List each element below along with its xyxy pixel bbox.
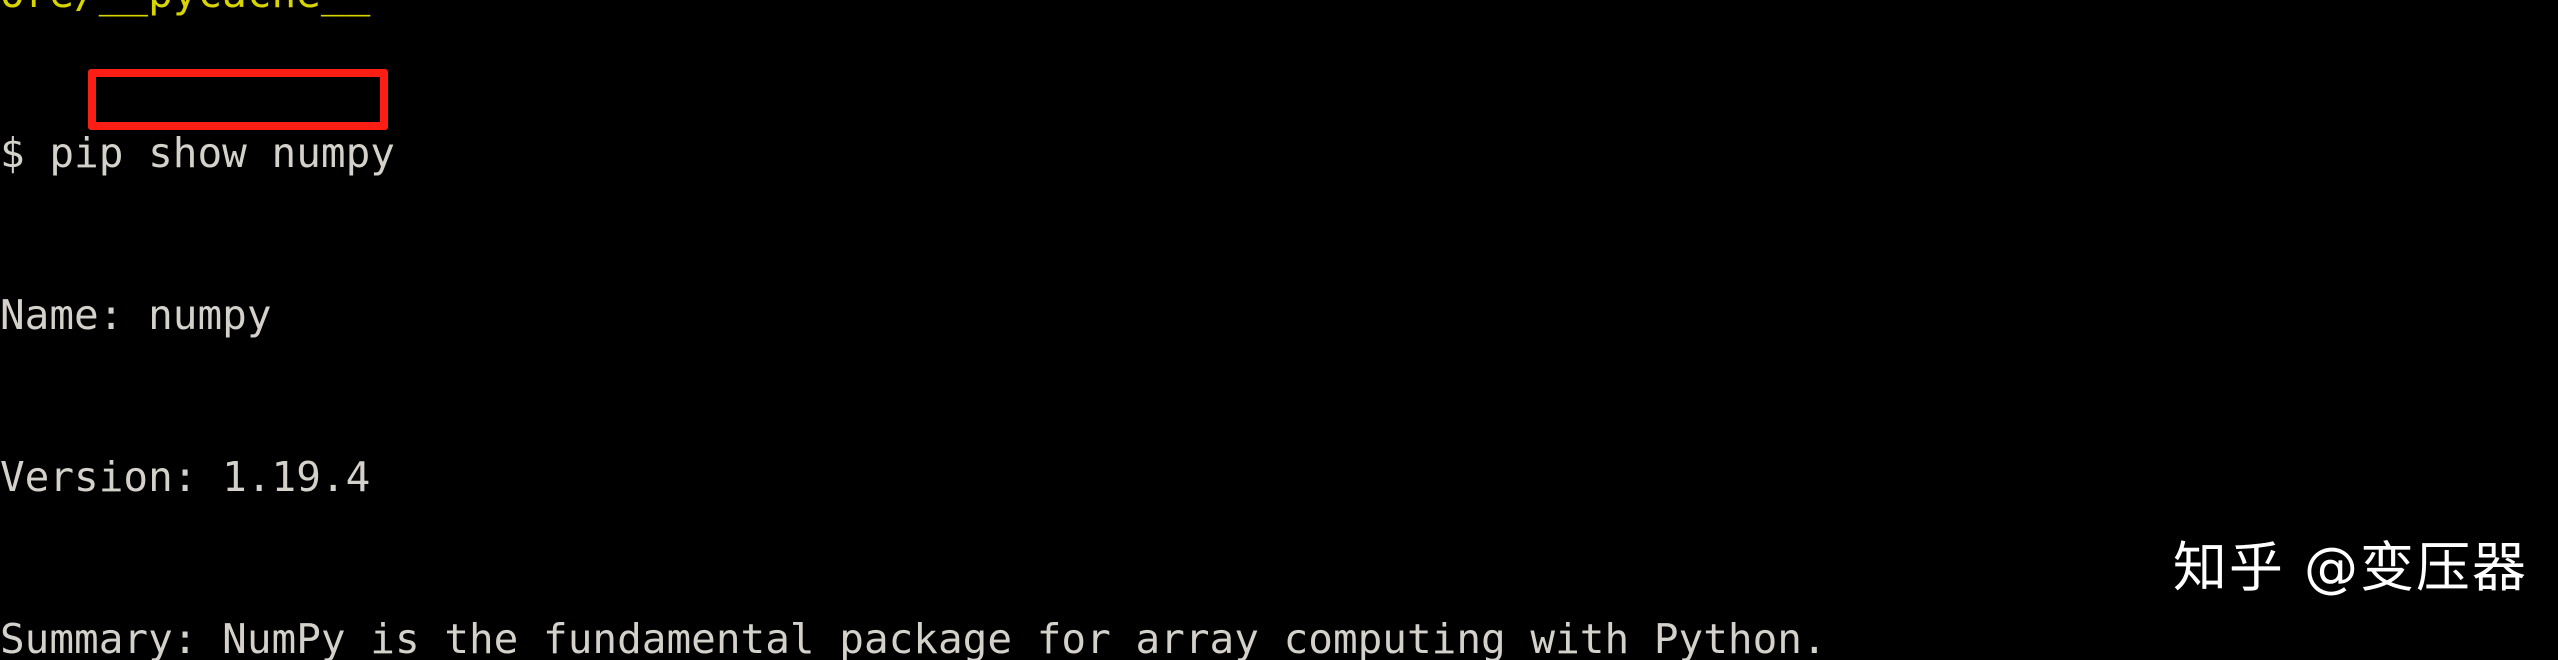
terminal-screen: ore/__pycache__ $ pip show numpy Name: n… — [0, 0, 2558, 660]
zhihu-watermark: 知乎 @变压器 — [2172, 536, 2528, 599]
terminal-line-pycache-clipped: ore/__pycache__ — [0, 0, 370, 20]
terminal-line-summary: Summary: NumPy is the fundamental packag… — [0, 615, 1827, 660]
terminal-line-version: Version: 1.19.4 — [0, 453, 371, 501]
terminal-line-block: $ pip show numpy Name: numpy Version: 1.… — [0, 18, 1827, 660]
terminal-line-command: $ pip show numpy — [0, 129, 395, 177]
terminal-line-name: Name: numpy — [0, 291, 272, 339]
